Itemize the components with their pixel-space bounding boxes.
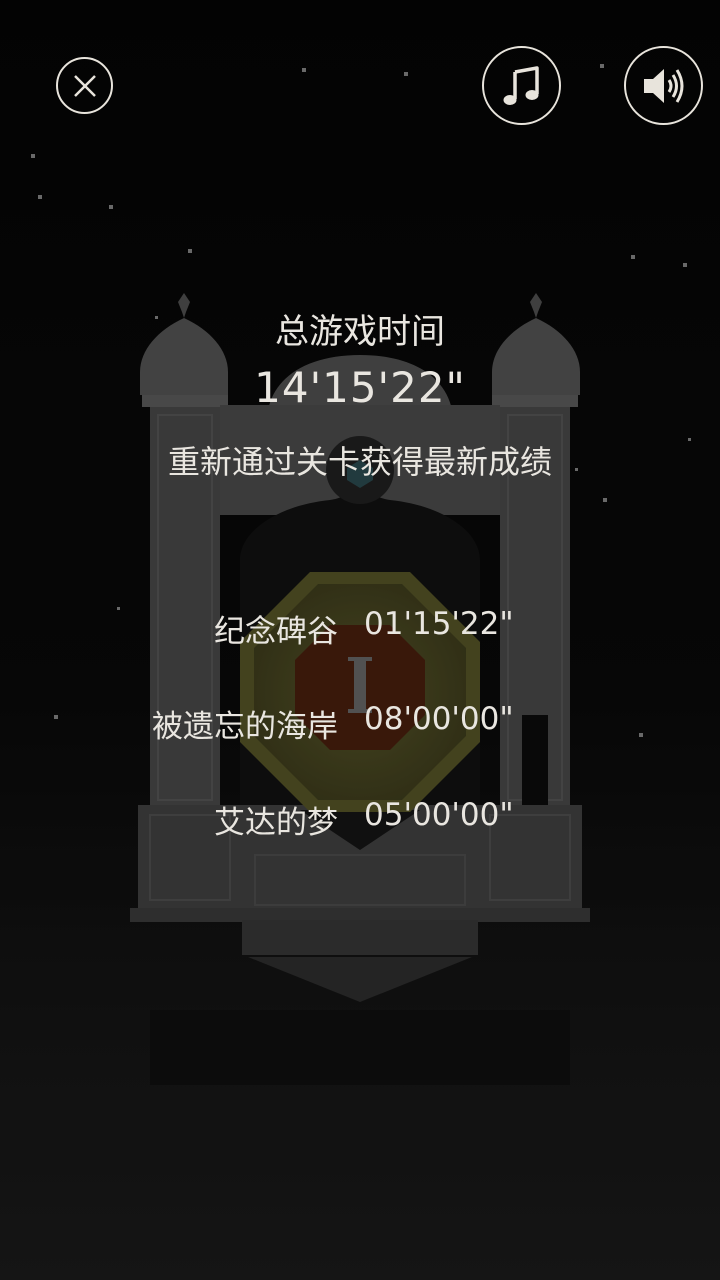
game-screen: 总游戏时间 14'15'22" 重新通过关卡获得最新成绩 纪念碑谷 01'15'… — [0, 0, 720, 1280]
close-button[interactable] — [56, 57, 113, 114]
monument-gate-illustration — [0, 0, 720, 1280]
total-play-time-label: 总游戏时间 — [275, 312, 445, 352]
close-x-icon — [73, 74, 96, 97]
replay-hint: 重新通过关卡获得最新成绩 — [167, 443, 552, 481]
level-time: 08'00'00" — [364, 701, 514, 737]
level-name: 被遗忘的海岸 — [152, 709, 338, 745]
level-time: 05'00'00" — [364, 797, 514, 833]
music-toggle-button[interactable] — [482, 46, 561, 125]
level-time: 01'15'22" — [364, 606, 514, 642]
sound-toggle-button[interactable] — [624, 46, 703, 125]
total-play-time-value: 14'15'22" — [254, 363, 466, 412]
level-name: 艾达的梦 — [214, 805, 338, 841]
speaker-volume-icon — [643, 68, 683, 103]
level-name: 纪念碑谷 — [214, 614, 338, 650]
music-note-icon — [503, 65, 539, 105]
